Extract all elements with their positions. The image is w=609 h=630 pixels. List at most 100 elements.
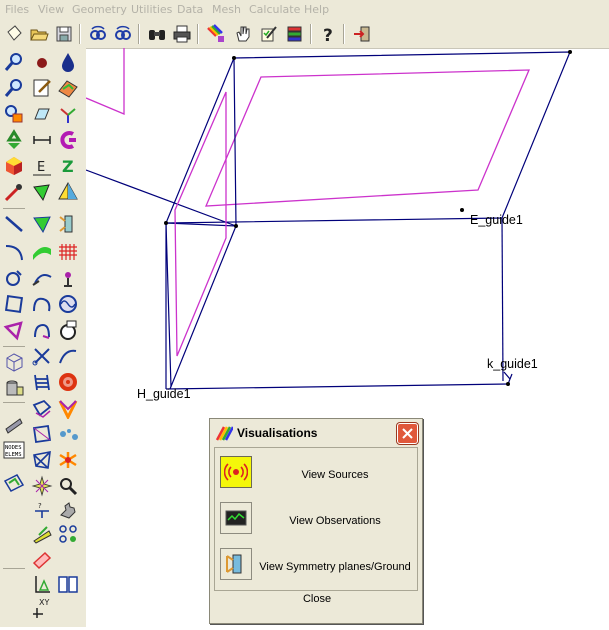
cube-color-icon[interactable] bbox=[2, 154, 26, 178]
dialog-titlebar[interactable]: Visualisations bbox=[210, 419, 422, 447]
exit-icon[interactable] bbox=[351, 23, 373, 45]
mesh-blue-icon[interactable] bbox=[56, 396, 80, 420]
shape-edit-icon[interactable] bbox=[56, 422, 80, 446]
menu-geometry[interactable]: Geometry bbox=[72, 3, 127, 16]
open-folder-icon[interactable] bbox=[28, 23, 50, 45]
zoom-link-icon[interactable] bbox=[87, 23, 109, 45]
new-document-icon[interactable] bbox=[3, 23, 25, 45]
view-symmetry-label[interactable]: View Symmetry planes/Ground bbox=[255, 561, 415, 573]
plane-tool-icon[interactable] bbox=[30, 422, 54, 446]
hand-pan-icon[interactable] bbox=[232, 23, 254, 45]
box-icon[interactable] bbox=[30, 396, 54, 420]
toolbar-separator bbox=[343, 24, 345, 44]
curve-tool-icon[interactable] bbox=[30, 292, 54, 316]
cylinder-icon[interactable] bbox=[2, 376, 26, 400]
prism-icon[interactable] bbox=[30, 102, 54, 126]
symmetry-icon[interactable] bbox=[56, 212, 80, 236]
dimension-icon[interactable] bbox=[30, 128, 54, 152]
symmetry-plane-icon[interactable] bbox=[220, 548, 252, 580]
pipette-icon[interactable] bbox=[2, 180, 26, 204]
polygon-green-icon[interactable] bbox=[30, 212, 54, 236]
ladder-icon[interactable] bbox=[30, 370, 54, 394]
point-marker-icon[interactable] bbox=[30, 50, 54, 74]
close-button[interactable]: Close bbox=[296, 590, 338, 608]
chain-icon[interactable] bbox=[30, 572, 54, 596]
z-label-icon[interactable]: Z bbox=[56, 154, 80, 178]
layers-stack-icon[interactable] bbox=[284, 23, 306, 45]
grid-plate-icon[interactable] bbox=[56, 572, 80, 596]
print-icon[interactable] bbox=[171, 23, 193, 45]
zoom-out-icon[interactable] bbox=[2, 76, 26, 100]
curve-nodes-icon[interactable] bbox=[30, 318, 54, 342]
antenna-icon[interactable] bbox=[30, 266, 54, 290]
view-observations-row: View Observations bbox=[215, 498, 417, 542]
mesh-green-icon[interactable] bbox=[30, 474, 54, 498]
path-icon[interactable] bbox=[56, 344, 80, 368]
shape-magenta-icon[interactable] bbox=[2, 318, 26, 342]
menu-view[interactable]: View bbox=[38, 3, 64, 16]
mesh-edit-icon[interactable] bbox=[30, 448, 54, 472]
binoculars-icon[interactable] bbox=[146, 23, 168, 45]
recycle-icon[interactable] bbox=[2, 128, 26, 152]
view-symmetry-row: View Symmetry planes/Ground bbox=[215, 544, 417, 588]
source-antenna-icon[interactable] bbox=[220, 456, 252, 488]
magenta-stray-line bbox=[85, 48, 125, 115]
antenna-small-icon[interactable] bbox=[56, 266, 80, 290]
star-mesh-icon[interactable] bbox=[2, 470, 26, 494]
notepad-icon[interactable] bbox=[30, 76, 54, 100]
view-sources-label[interactable]: View Sources bbox=[255, 469, 415, 481]
square-nodes-icon[interactable] bbox=[2, 292, 26, 316]
sphere-red-icon[interactable] bbox=[56, 370, 80, 394]
arc-tool-icon[interactable] bbox=[2, 240, 26, 264]
star-tool-icon[interactable] bbox=[56, 474, 80, 498]
magnifier-points-icon[interactable] bbox=[56, 448, 80, 472]
observation-monitor-icon[interactable] bbox=[220, 502, 252, 534]
circle-arrow-icon[interactable] bbox=[2, 266, 26, 290]
close-icon[interactable] bbox=[397, 423, 418, 444]
y-shape-icon[interactable] bbox=[2, 412, 26, 436]
menu-calculate[interactable]: Calculate bbox=[249, 3, 300, 16]
svg-text:?: ? bbox=[38, 502, 42, 510]
axes-icon[interactable] bbox=[56, 102, 80, 126]
e-label-icon[interactable]: E bbox=[30, 154, 54, 178]
coordinate-icon[interactable] bbox=[56, 522, 80, 546]
grid-red-icon[interactable] bbox=[56, 240, 80, 264]
scissors-icon[interactable] bbox=[30, 344, 54, 368]
nodes-elems-icon[interactable]: NODES ELEMS bbox=[2, 438, 26, 462]
line-tool-icon[interactable] bbox=[2, 212, 26, 236]
rainbow-icon[interactable] bbox=[205, 23, 227, 45]
svg-text:?: ? bbox=[323, 26, 333, 44]
save-disk-icon[interactable] bbox=[53, 23, 75, 45]
palette-separator bbox=[3, 402, 25, 403]
color-shape-icon[interactable] bbox=[56, 76, 80, 100]
toolbar-separator bbox=[79, 24, 81, 44]
zoom-in-icon[interactable] bbox=[2, 50, 26, 74]
menu-help[interactable]: Help bbox=[304, 3, 329, 16]
vertex bbox=[232, 56, 236, 60]
probe-icon[interactable] bbox=[56, 318, 80, 342]
magnifier-icon[interactable]: ? bbox=[30, 498, 54, 522]
axes-xy-icon[interactable]: XY bbox=[30, 596, 54, 620]
cube-wire-icon[interactable] bbox=[2, 350, 26, 374]
view-observations-label[interactable]: View Observations bbox=[255, 515, 415, 527]
help-icon[interactable]: ? bbox=[317, 23, 339, 45]
curve-lock-icon[interactable] bbox=[56, 498, 80, 522]
sine-wave-icon[interactable] bbox=[56, 292, 80, 316]
toolbar-separator bbox=[197, 24, 199, 44]
pyramid-icon[interactable] bbox=[56, 180, 80, 204]
dialog-title: Visualisations bbox=[237, 426, 318, 440]
menu-mesh[interactable]: Mesh bbox=[212, 3, 241, 16]
c-shape-icon[interactable] bbox=[56, 128, 80, 152]
wrench-icon[interactable] bbox=[30, 522, 54, 546]
fill-drop-icon[interactable] bbox=[56, 50, 80, 74]
menu-utilities[interactable]: Utilities bbox=[131, 3, 172, 16]
plate-green-icon[interactable] bbox=[30, 548, 54, 572]
zoom-region-icon[interactable] bbox=[2, 102, 26, 126]
menu-files[interactable]: Files bbox=[5, 3, 29, 16]
menu-data[interactable]: Data bbox=[177, 3, 203, 16]
polygon-tool-icon[interactable] bbox=[30, 180, 54, 204]
zoom-link-alt-icon[interactable] bbox=[112, 23, 134, 45]
vertex bbox=[234, 224, 238, 228]
surface-green-icon[interactable] bbox=[30, 240, 54, 264]
edit-check-icon[interactable] bbox=[258, 23, 280, 45]
